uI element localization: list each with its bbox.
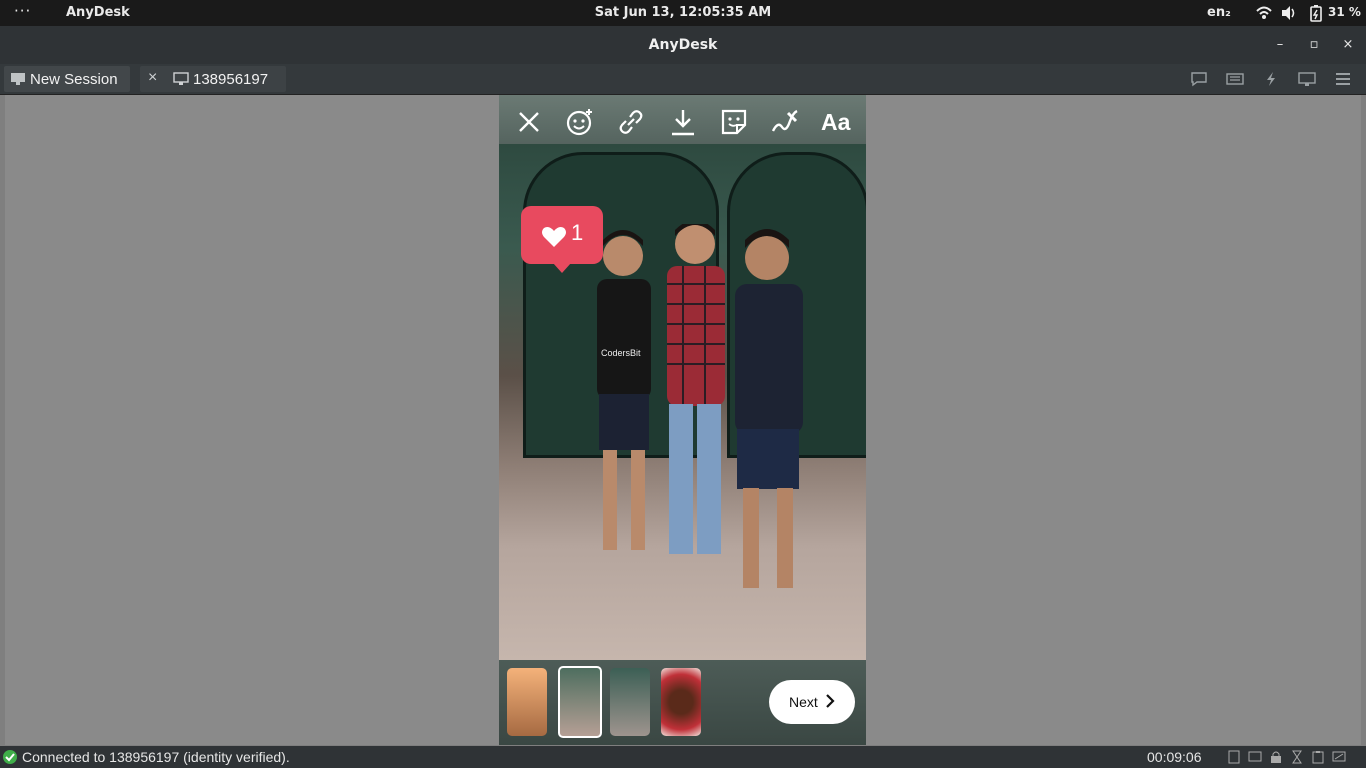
chevron-right-icon: [826, 694, 835, 708]
battery-percent: 31 %: [1328, 5, 1361, 19]
story-thumbnail-strip: Next: [499, 660, 866, 745]
next-label: Next: [789, 694, 818, 710]
svg-text:CodersBit: CodersBit: [601, 348, 641, 358]
wifi-icon[interactable]: [1256, 4, 1272, 22]
close-tab-icon[interactable]: ×: [148, 69, 157, 87]
volume-icon[interactable]: [1281, 4, 1297, 22]
tab-bar: New Session × 138956197: [0, 64, 1366, 95]
tab-new-session[interactable]: New Session: [4, 66, 130, 92]
group-of-people-image: CodersBit: [597, 224, 803, 588]
thumbnail-2-selected[interactable]: [558, 666, 602, 738]
draw-icon[interactable]: [770, 107, 800, 137]
window-title-bar: AnyDesk – ▫ ×: [0, 26, 1366, 65]
keyboard-icon[interactable]: [1226, 71, 1244, 87]
text-tool[interactable]: Aa: [821, 109, 855, 139]
tab-remote-session[interactable]: × 138956197: [140, 66, 286, 92]
close-window-button[interactable]: ×: [1339, 36, 1357, 54]
story-photo: CodersBit 1: [499, 144, 866, 660]
lock-icon[interactable]: [1269, 750, 1283, 764]
heart-icon: [542, 227, 566, 247]
language-indicator[interactable]: en₂: [1207, 5, 1231, 20]
like-sticker[interactable]: 1: [521, 206, 603, 273]
status-bar: Connected to 138956197 (identity verifie…: [0, 746, 1366, 768]
minimize-button[interactable]: –: [1271, 36, 1289, 54]
system-top-bar: ··· AnyDesk Sat Jun 13, 12:05:35 AM en₂ …: [0, 0, 1366, 26]
verified-icon: [3, 750, 17, 764]
screen-icon[interactable]: [1248, 750, 1262, 764]
thumbnail-4[interactable]: [661, 668, 701, 736]
link-icon[interactable]: [616, 107, 646, 137]
maximize-button[interactable]: ▫: [1305, 36, 1323, 54]
sticker-icon[interactable]: [719, 107, 749, 137]
hourglass-icon[interactable]: [1290, 750, 1304, 764]
next-button[interactable]: Next: [769, 680, 855, 724]
clipboard-icon[interactable]: [1311, 750, 1325, 764]
chat-icon[interactable]: [1190, 71, 1208, 87]
thumbnail-3[interactable]: [610, 668, 650, 736]
battery-icon[interactable]: [1309, 4, 1323, 22]
thumbnail-1[interactable]: [507, 668, 547, 736]
session-icon[interactable]: [1332, 750, 1346, 764]
display-icon: [173, 72, 189, 85]
file-transfer-icon[interactable]: [1227, 750, 1241, 764]
menu-icon[interactable]: [1334, 71, 1352, 87]
story-toolbar: Aa: [499, 95, 866, 144]
monitor-icon: [11, 73, 25, 85]
like-count: 1: [571, 220, 584, 245]
window-title: AnyDesk: [648, 37, 718, 53]
face-filter-icon[interactable]: [565, 107, 595, 137]
remote-phone-screen[interactable]: Aa CodersBit 1 Next: [499, 95, 866, 745]
download-icon[interactable]: [668, 107, 698, 137]
tab-label: 138956197: [193, 71, 269, 88]
tab-label: New Session: [30, 71, 118, 88]
session-timer: 00:09:06: [1147, 749, 1202, 765]
display-settings-icon[interactable]: [1298, 71, 1316, 87]
clock[interactable]: Sat Jun 13, 12:05:35 AM: [0, 5, 1366, 20]
actions-icon[interactable]: [1262, 71, 1280, 87]
connection-status: Connected to 138956197 (identity verifie…: [22, 749, 290, 765]
close-icon[interactable]: [514, 107, 544, 137]
